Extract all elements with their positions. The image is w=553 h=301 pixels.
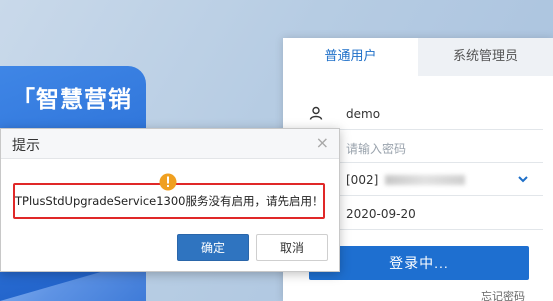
promo-title: 「智慧营销 [12, 87, 132, 113]
tab-normal-user[interactable]: 普通用户 [283, 38, 418, 76]
alert-dialog: 提示 × TPlusStdUpgradeService1300服务没有启用，请先… [0, 128, 340, 272]
cancel-button[interactable]: 取消 [256, 234, 328, 261]
username-field[interactable]: demo [303, 98, 543, 130]
user-icon [309, 106, 323, 120]
dialog-title: 提示 [12, 138, 40, 154]
username-value: demo [346, 107, 381, 121]
date-value: 2020-09-20 [346, 207, 416, 221]
dialog-header: 提示 × [1, 129, 339, 159]
close-icon[interactable]: × [316, 133, 329, 153]
login-button[interactable]: 登录中... [309, 246, 529, 280]
warning-icon [159, 173, 177, 191]
forgot-password-link[interactable]: 忘记密码 [481, 288, 525, 301]
tab-system-admin[interactable]: 系统管理员 [418, 38, 553, 76]
chevron-down-icon[interactable] [516, 172, 530, 186]
account-name-blurred [385, 175, 465, 185]
password-placeholder: 请输入密码 [346, 142, 407, 156]
account-prefix: [002] [346, 173, 379, 187]
login-tabs: 普通用户 系统管理员 [283, 38, 553, 76]
ok-button[interactable]: 确定 [177, 234, 249, 261]
